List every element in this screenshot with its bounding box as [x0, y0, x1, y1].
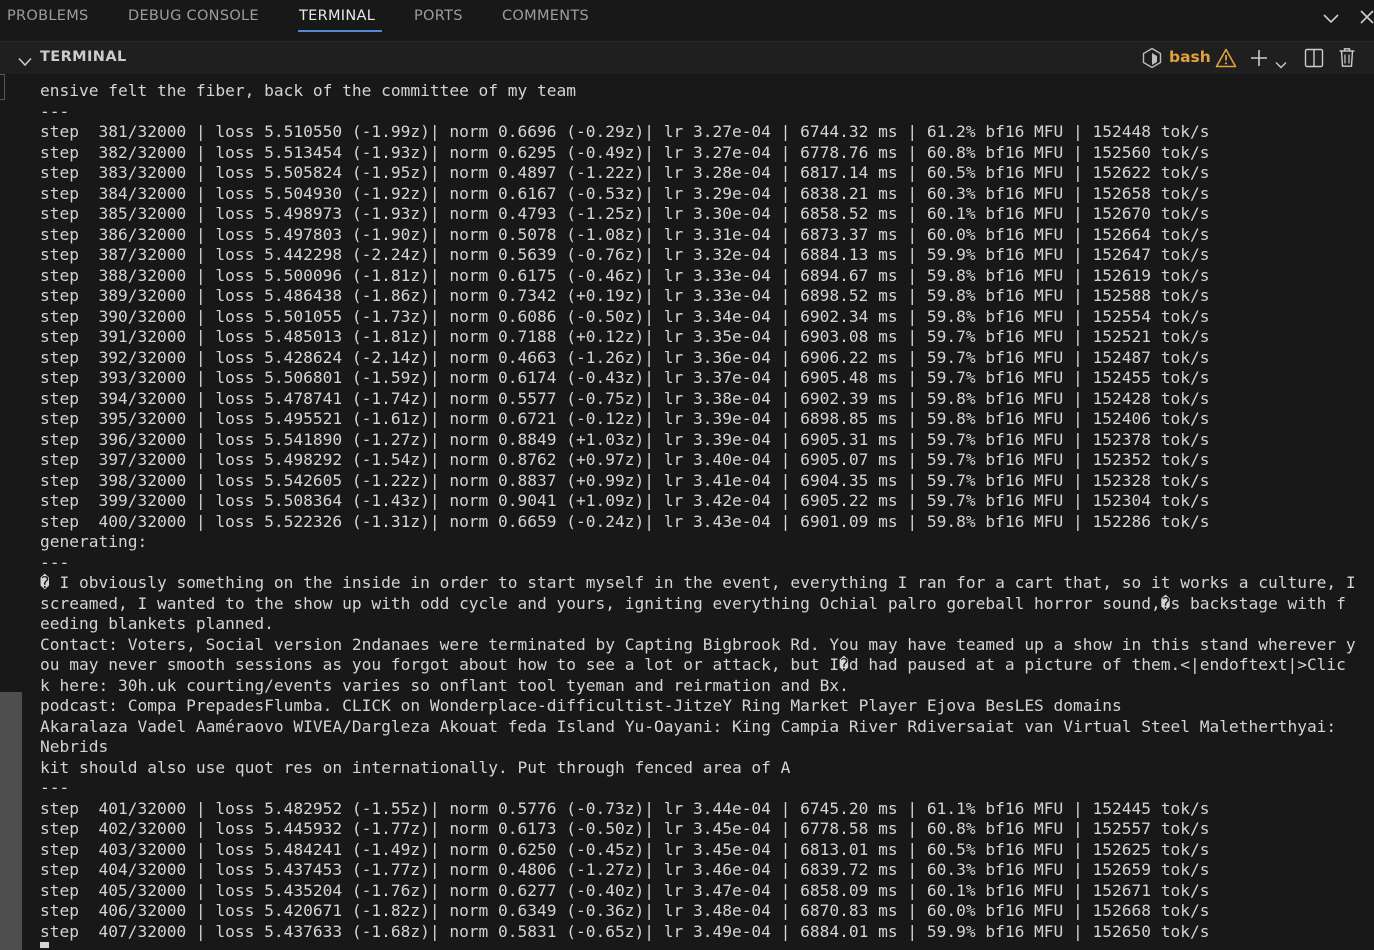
terminal-line: kit should also use quot res on internat…	[40, 757, 791, 777]
close-icon[interactable]	[1360, 9, 1374, 28]
terminal-line: step 406/32000 | loss 5.420671 (-1.82z)|…	[40, 901, 1210, 920]
warning-icon[interactable]	[1215, 48, 1237, 72]
terminal-line: Akaralaza Vadel Aaméraovo WIVEA/Dargleza…	[40, 716, 1346, 736]
terminal-shell-icon	[1141, 47, 1163, 73]
terminal-line: screamed, I wanted to the show up with o…	[40, 593, 1346, 613]
terminal-cursor	[40, 942, 49, 948]
trash-icon[interactable]	[1338, 47, 1356, 72]
terminal-line: k here: 30h.uk courting/events varies so…	[40, 675, 849, 695]
terminal-output[interactable]: ensive felt the fiber, back of the commi…	[40, 81, 1374, 950]
chevron-down-icon[interactable]	[1322, 10, 1340, 29]
terminal-line: step 393/32000 | loss 5.506801 (-1.59z)|…	[40, 368, 1210, 387]
panel-tab-bar: PROBLEMS DEBUG CONSOLE TERMINAL PORTS CO…	[0, 0, 1374, 42]
collapse-chevron-icon[interactable]	[18, 52, 32, 71]
terminal-line: eeding blankets planned.	[40, 614, 274, 633]
terminal-line: step 388/32000 | loss 5.500096 (-1.81z)|…	[40, 265, 1210, 285]
terminal-line: step 385/32000 | loss 5.498973 (-1.93z)|…	[40, 204, 1210, 223]
terminal-line: step 397/32000 | loss 5.498292 (-1.54z)|…	[40, 450, 1210, 469]
terminal-line: step 389/32000 | loss 5.486438 (-1.86z)|…	[40, 286, 1210, 305]
terminal-line: ---	[40, 778, 70, 797]
terminal-line: step 390/32000 | loss 5.501055 (-1.73z)|…	[40, 306, 1210, 326]
sidebar-edge-panel	[0, 692, 22, 950]
terminal-line: Nebrids	[40, 737, 109, 756]
terminal-line: step 384/32000 | loss 5.504930 (-1.92z)|…	[40, 183, 1210, 203]
terminal-line: step 395/32000 | loss 5.495521 (-1.61z)|…	[40, 409, 1210, 428]
terminal-line: step 402/32000 | loss 5.445932 (-1.77z)|…	[40, 819, 1210, 838]
terminal-line: step 398/32000 | loss 5.542605 (-1.22z)|…	[40, 470, 1210, 490]
split-terminal-icon[interactable]	[1304, 48, 1324, 72]
terminal-line: step 394/32000 | loss 5.478741 (-1.74z)|…	[40, 388, 1210, 408]
shell-name-label[interactable]: bash	[1169, 48, 1211, 66]
terminal-line: step 396/32000 | loss 5.541890 (-1.27z)|…	[40, 429, 1210, 449]
terminal-line: � I obviously something on the inside in…	[40, 573, 1356, 592]
tab-problems[interactable]: PROBLEMS	[7, 8, 89, 24]
active-tab-indicator	[298, 30, 382, 32]
terminal-line: step 403/32000 | loss 5.484241 (-1.49z)|…	[40, 839, 1210, 859]
terminal-line: step 401/32000 | loss 5.482952 (-1.55z)|…	[40, 798, 1210, 818]
terminal-line: step 381/32000 | loss 5.510550 (-1.99z)|…	[40, 122, 1210, 141]
tab-debug-console[interactable]: DEBUG CONSOLE	[128, 8, 259, 24]
terminal-line: step 407/32000 | loss 5.437633 (-1.68z)|…	[40, 921, 1210, 941]
tab-comments[interactable]: COMMENTS	[502, 8, 589, 24]
terminal-line: ou may never smooth sessions as you forg…	[40, 655, 1346, 674]
terminal-line: step 382/32000 | loss 5.513454 (-1.93z)|…	[40, 142, 1210, 162]
terminal-line: ---	[40, 101, 70, 121]
terminal-section-title: TERMINAL	[40, 49, 127, 65]
new-terminal-plus-icon[interactable]	[1249, 49, 1269, 71]
tab-ports[interactable]: PORTS	[414, 8, 463, 24]
terminal-line: step 387/32000 | loss 5.442298 (-2.24z)|…	[40, 245, 1210, 264]
tab-terminal[interactable]: TERMINAL	[299, 8, 375, 24]
terminal-line: step 392/32000 | loss 5.428624 (-2.14z)|…	[40, 347, 1210, 367]
terminal-line: step 400/32000 | loss 5.522326 (-1.31z)|…	[40, 511, 1210, 531]
terminal-line: ---	[40, 552, 70, 572]
terminal-line: step 405/32000 | loss 5.435204 (-1.76z)|…	[40, 880, 1210, 900]
terminal-line: Contact: Voters, Social version 2ndanaes…	[40, 634, 1356, 654]
terminal-header: TERMINAL bash	[0, 42, 1374, 74]
terminal-line: step 399/32000 | loss 5.508364 (-1.43z)|…	[40, 491, 1210, 510]
terminal-line: step 386/32000 | loss 5.497803 (-1.90z)|…	[40, 224, 1210, 244]
terminal-line: step 404/32000 | loss 5.437453 (-1.77z)|…	[40, 860, 1210, 879]
terminal-dropdown-icon[interactable]	[1275, 54, 1287, 73]
terminal-line: step 383/32000 | loss 5.505824 (-1.95z)|…	[40, 163, 1210, 182]
terminal-line: ensive felt the fiber, back of the commi…	[40, 81, 577, 100]
terminal-line: step 391/32000 | loss 5.485013 (-1.81z)|…	[40, 327, 1210, 346]
terminal-line: generating:	[40, 532, 148, 551]
terminal-line: podcast: Compa PrepadesFlumba. CLICK on …	[40, 696, 1122, 715]
sidebar-edge-marker	[0, 74, 5, 100]
